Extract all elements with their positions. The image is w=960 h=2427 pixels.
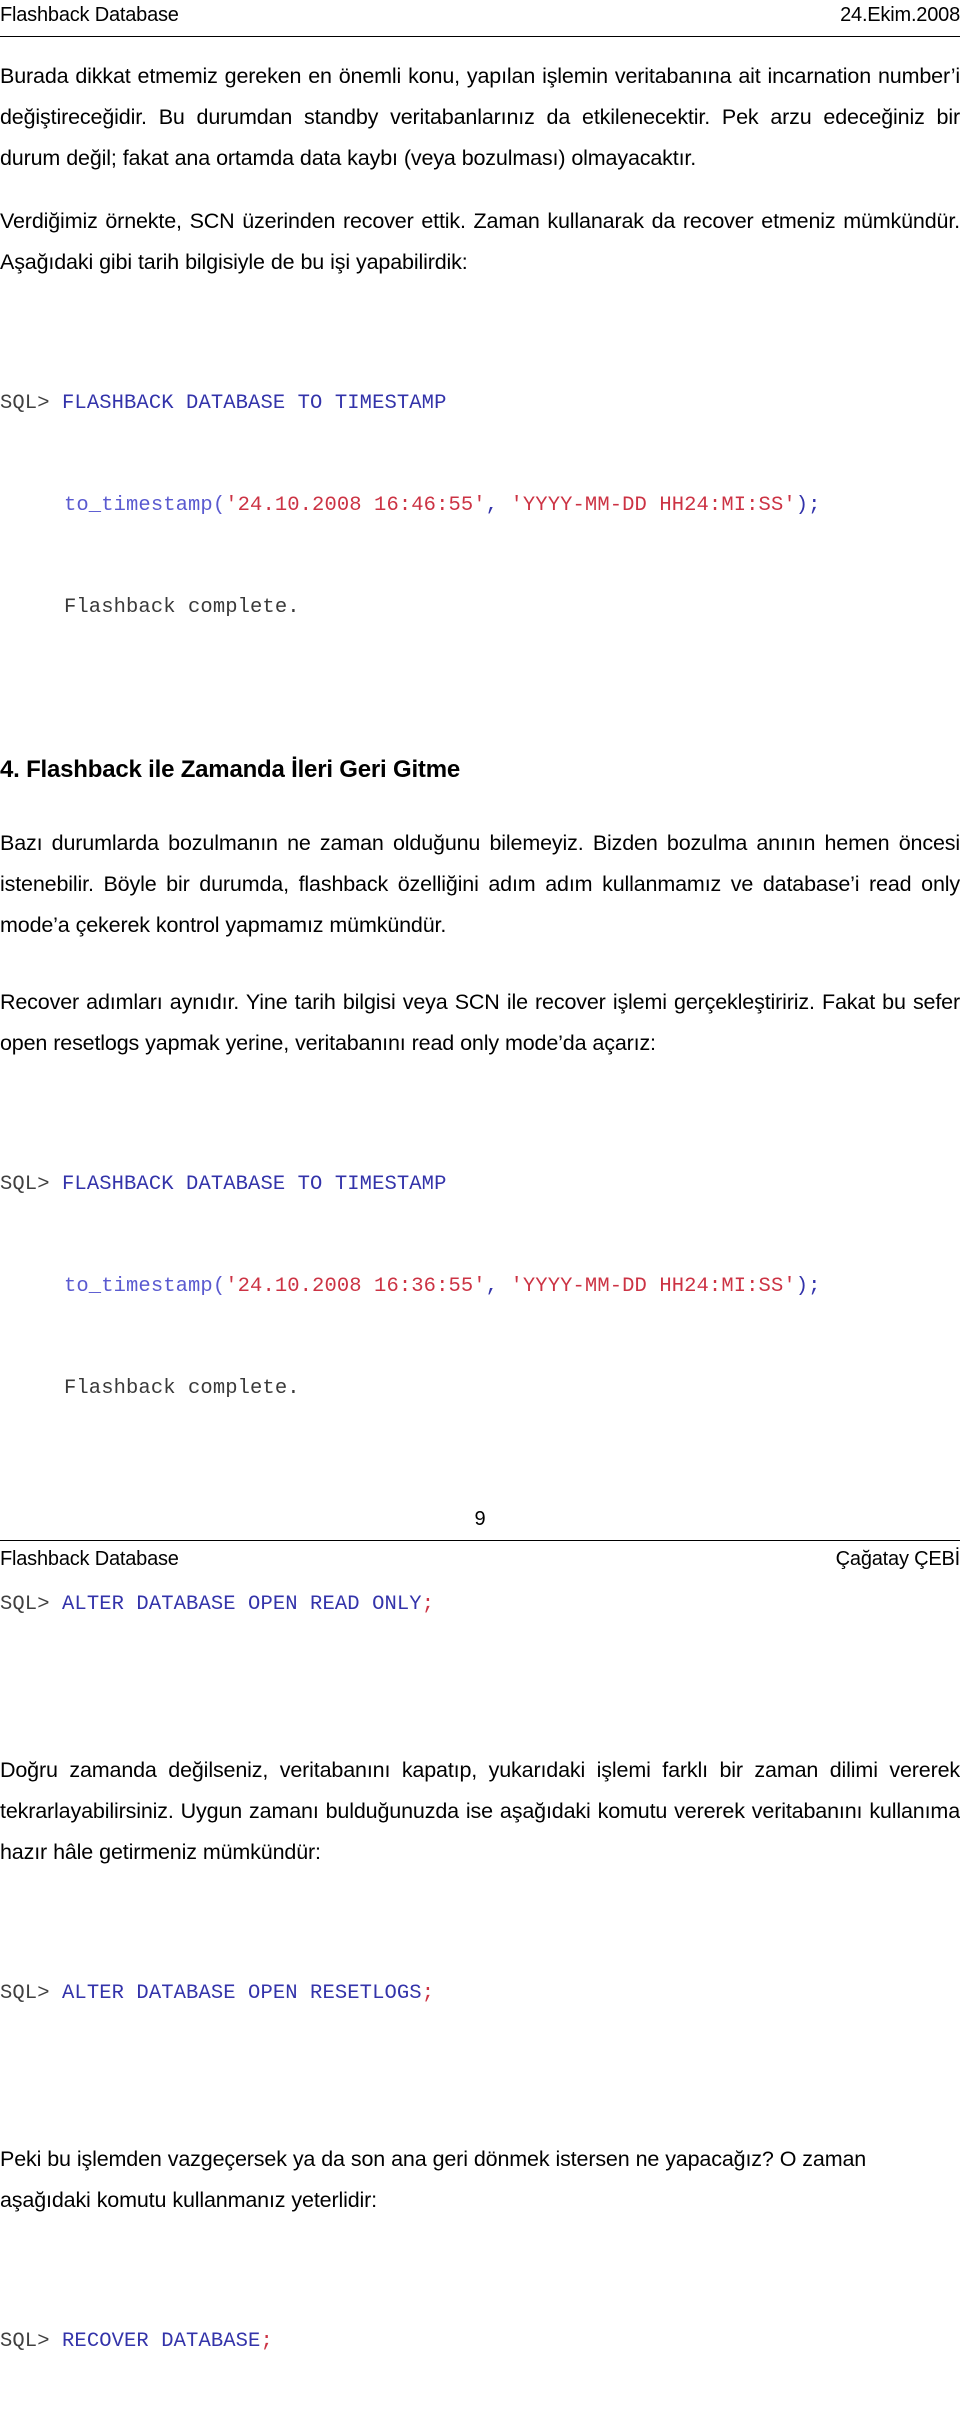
code-block-alter-open-read-only: SQL> ALTER DATABASE OPEN READ ONLY; bbox=[0, 1520, 960, 1690]
sql-prompt: SQL> bbox=[0, 392, 63, 415]
header-divider bbox=[0, 36, 960, 37]
paragraph-3: Bazı durumlarda bozulmanın ne zaman oldu… bbox=[0, 831, 960, 937]
paragraph-6: Peki bu işlemden vazgeçersek ya da son a… bbox=[0, 2147, 867, 2212]
footer-author-right: Çağatay ÇEBİ bbox=[835, 1548, 960, 1570]
sql-keyword: FLASHBACK DATABASE TO TIMESTAMP bbox=[62, 1173, 447, 1196]
sql-prompt: SQL> bbox=[0, 1982, 63, 2005]
sql-keyword: RECOVER DATABASE bbox=[62, 2330, 261, 2353]
sql-output: Flashback complete. bbox=[64, 596, 300, 619]
sql-prompt: SQL> bbox=[0, 1173, 63, 1196]
sql-function: to_timestamp( bbox=[64, 494, 226, 517]
sql-punct: ); bbox=[795, 494, 821, 517]
paragraph-2: Verdiğimiz örnekte, SCN üzerinden recove… bbox=[0, 209, 960, 274]
code-line: SQL> FLASHBACK DATABASE TO TIMESTAMP bbox=[0, 1168, 960, 1202]
code-line: SQL> ALTER DATABASE OPEN RESETLOGS; bbox=[0, 1977, 960, 2011]
code-line: to_timestamp('24.10.2008 16:46:55', 'YYY… bbox=[0, 489, 960, 523]
header-date-right: 24.Ekim.2008 bbox=[840, 4, 960, 26]
sql-punct: , bbox=[485, 494, 511, 517]
sql-keyword: ALTER DATABASE OPEN RESETLOGS bbox=[62, 1982, 422, 2005]
sql-prompt: SQL> bbox=[0, 2330, 63, 2353]
sql-keyword: FLASHBACK DATABASE TO TIMESTAMP bbox=[62, 392, 447, 415]
sql-punct: ; bbox=[260, 2330, 273, 2353]
code-block-flashback-timestamp-1: SQL> FLASHBACK DATABASE TO TIMESTAMP to_… bbox=[0, 319, 960, 693]
paragraph-1: Burada dikkat etmemiz gereken en önemli … bbox=[0, 64, 960, 170]
page-footer: Flashback Database Çağatay ÇEBİ bbox=[0, 1548, 960, 1571]
document-page: Flashback Database 24.Ekim.2008 Burada d… bbox=[0, 0, 960, 2353]
page-header: Flashback Database 24.Ekim.2008 bbox=[0, 4, 960, 34]
sql-keyword: ALTER DATABASE OPEN READ ONLY bbox=[62, 1593, 422, 1616]
page-number: 9 bbox=[474, 1508, 486, 1530]
page-content: Burada dikkat etmemiz gereken en önemli … bbox=[0, 56, 960, 2427]
sql-output: Flashback complete. bbox=[64, 1377, 300, 1400]
sql-function: to_timestamp( bbox=[64, 1275, 226, 1298]
code-block-flashback-timestamp-2: SQL> FLASHBACK DATABASE TO TIMESTAMP to_… bbox=[0, 1100, 960, 1474]
section-heading: 4. Flashback ile Zamanda İleri Geri Gitm… bbox=[0, 756, 460, 783]
sql-string-literal: 'YYYY-MM-DD HH24:MI:SS' bbox=[510, 1275, 796, 1298]
sql-punct: ; bbox=[421, 1593, 435, 1616]
code-line: Flashback complete. bbox=[0, 1372, 960, 1406]
code-block-alter-open-resetlogs: SQL> ALTER DATABASE OPEN RESETLOGS; bbox=[0, 1909, 960, 2079]
sql-string-literal: 'YYYY-MM-DD HH24:MI:SS' bbox=[510, 494, 796, 517]
sql-string-literal: '24.10.2008 16:36:55' bbox=[225, 1275, 486, 1298]
sql-punct: ); bbox=[795, 1275, 821, 1298]
paragraph-5: Doğru zamanda değilseniz, veritabanını k… bbox=[0, 1758, 960, 1864]
sql-punct: , bbox=[485, 1275, 511, 1298]
paragraph-4: Recover adımları aynıdır. Yine tarih bil… bbox=[0, 990, 960, 1055]
header-title-left: Flashback Database bbox=[0, 4, 179, 26]
code-line: SQL> ALTER DATABASE OPEN READ ONLY; bbox=[0, 1588, 960, 1622]
sql-prompt: SQL> bbox=[0, 1593, 63, 1616]
footer-title-left: Flashback Database bbox=[0, 1548, 179, 1570]
footer-divider bbox=[0, 1540, 960, 1541]
code-line: to_timestamp('24.10.2008 16:36:55', 'YYY… bbox=[0, 1270, 960, 1304]
code-block-recover-database: SQL> RECOVER DATABASE; bbox=[0, 2257, 960, 2427]
sql-string-literal: '24.10.2008 16:46:55' bbox=[225, 494, 486, 517]
code-line: SQL> FLASHBACK DATABASE TO TIMESTAMP bbox=[0, 387, 960, 421]
code-line: Flashback complete. bbox=[0, 591, 960, 625]
sql-punct: ; bbox=[421, 1982, 435, 2005]
code-line: SQL> RECOVER DATABASE; bbox=[0, 2325, 960, 2359]
